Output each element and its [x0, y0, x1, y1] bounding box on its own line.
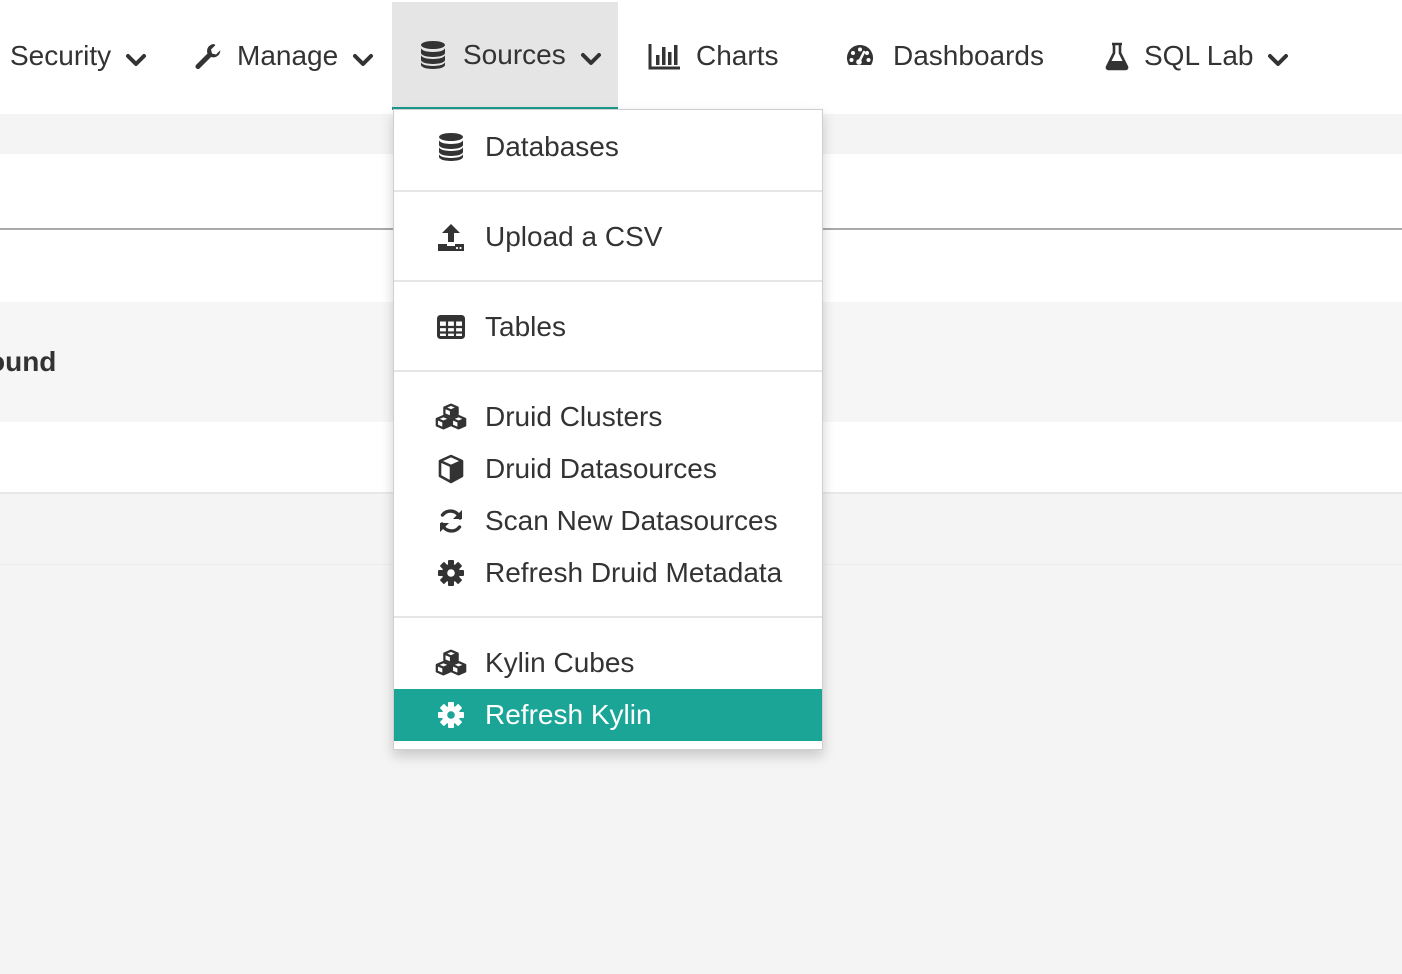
flask-icon	[1104, 41, 1130, 71]
menu-item-label: Upload a CSV	[485, 221, 663, 252]
chevron-down-icon	[352, 53, 374, 67]
menu-item-databases[interactable]: Databases	[394, 121, 822, 173]
nav-dashboards[interactable]: Dashboards	[845, 2, 1044, 110]
navbar: Security Manage Sources Charts Dashboard…	[0, 0, 1402, 114]
menu-item-label: Kylin Cubes	[485, 647, 635, 678]
cubes-icon	[434, 402, 468, 432]
cubes-icon	[434, 648, 468, 678]
nav-charts[interactable]: Charts	[648, 2, 778, 110]
nav-sources-label: Sources	[463, 38, 566, 70]
chevron-down-icon	[580, 52, 602, 66]
menu-item-label: Refresh Druid Metadata	[485, 557, 783, 588]
nav-charts-label: Charts	[696, 40, 779, 71]
menu-item-label: Refresh Kylin	[485, 699, 652, 730]
menu-item-druid-datasources[interactable]: Druid Datasources	[394, 443, 822, 495]
nav-security[interactable]: Security	[10, 2, 147, 110]
menu-item-kylin-cubes[interactable]: Kylin Cubes	[394, 637, 822, 689]
menu-divider	[394, 280, 822, 282]
menu-item-tables[interactable]: Tables	[394, 301, 822, 353]
menu-item-label: Tables	[485, 311, 566, 342]
menu-divider	[394, 616, 822, 618]
wrench-icon	[193, 41, 223, 71]
bar-chart-icon	[648, 41, 682, 71]
page: ound Security Manage	[0, 0, 1402, 974]
chevron-down-icon	[125, 53, 147, 67]
menu-item-label: Druid Datasources	[485, 453, 717, 484]
menu-divider	[394, 370, 822, 372]
nav-sql-lab-label: SQL Lab	[1144, 40, 1254, 71]
nav-manage-label: Manage	[237, 40, 339, 71]
nav-security-label: Security	[10, 40, 112, 71]
menu-item-label: Druid Clusters	[485, 401, 663, 432]
nav-manage[interactable]: Manage	[193, 2, 374, 110]
menu-item-druid-clusters[interactable]: Druid Clusters	[394, 391, 822, 443]
nav-sql-lab[interactable]: SQL Lab	[1104, 2, 1289, 110]
dashboard-gauge-icon	[845, 41, 875, 71]
gear-icon	[434, 700, 468, 730]
sources-dropdown-menu: Databases Upload a CSV Tables Druid Clus…	[393, 109, 823, 750]
menu-item-label: Scan New Datasources	[485, 505, 778, 536]
nav-sources[interactable]: Sources	[392, 2, 618, 110]
refresh-icon	[434, 506, 468, 536]
table-icon	[434, 312, 468, 342]
menu-item-upload-csv[interactable]: Upload a CSV	[394, 211, 822, 263]
menu-item-label: Databases	[485, 131, 619, 162]
menu-item-scan-new-datasources[interactable]: Scan New Datasources	[394, 495, 822, 547]
menu-divider	[394, 190, 822, 192]
partial-heading: ound	[0, 346, 57, 377]
upload-icon	[434, 222, 468, 252]
cube-icon	[434, 454, 468, 484]
nav-dashboards-label: Dashboards	[893, 40, 1044, 71]
gear-icon	[434, 558, 468, 588]
menu-item-refresh-kylin[interactable]: Refresh Kylin	[394, 689, 822, 741]
menu-item-refresh-druid-metadata[interactable]: Refresh Druid Metadata	[394, 547, 822, 599]
chevron-down-icon	[1267, 53, 1289, 67]
database-icon	[434, 132, 468, 162]
database-icon	[419, 40, 449, 70]
